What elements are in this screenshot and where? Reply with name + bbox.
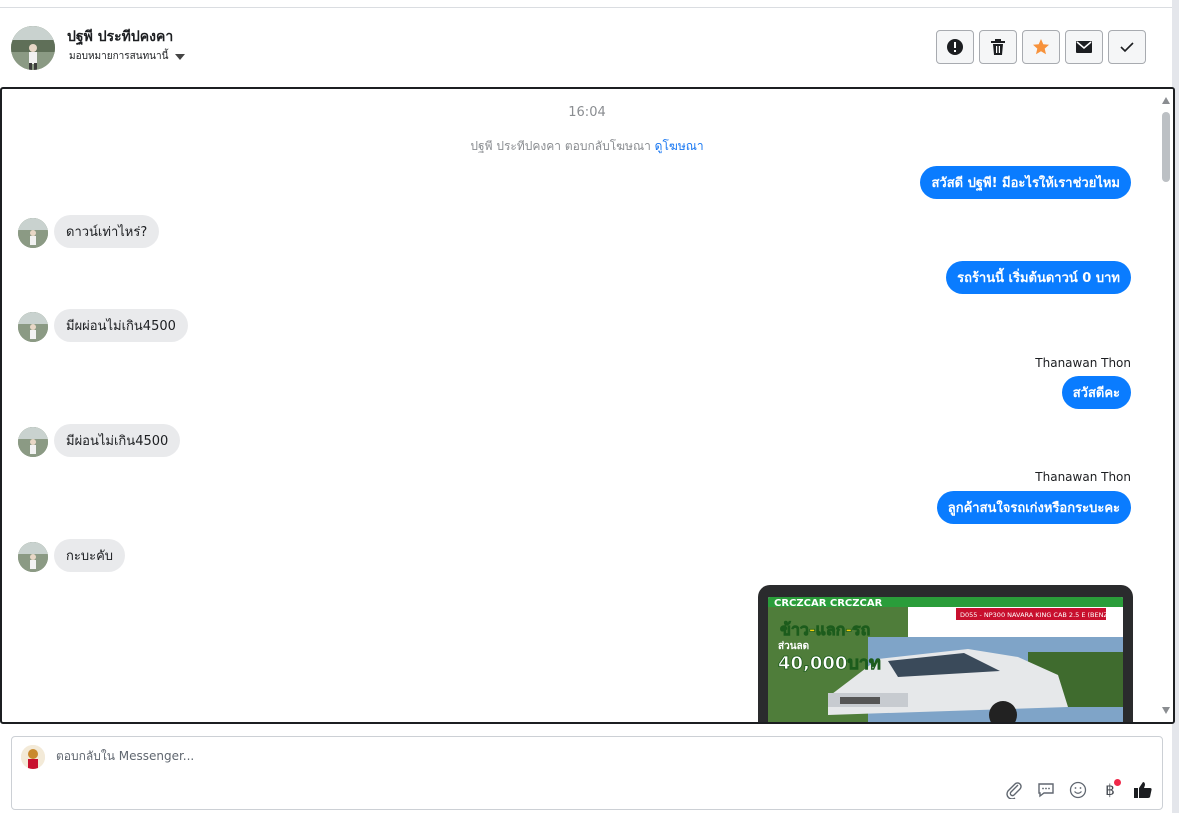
- incoming-message[interactable]: มีผ่อนไม่เกิน4500: [54, 424, 181, 457]
- ad-promo-amount: 40,000บาท: [778, 653, 881, 674]
- avatar-photo-icon: [11, 26, 55, 70]
- caret-down-icon: [175, 53, 186, 60]
- star-icon: [1033, 39, 1049, 55]
- envelope-icon: [1076, 41, 1092, 53]
- trash-icon: [991, 39, 1005, 55]
- page-avatar: [21, 745, 45, 769]
- avatar-photo-icon: [18, 218, 48, 248]
- view-ad-link[interactable]: ดูโฆษณา: [655, 139, 704, 153]
- sender-name: Thanawan Thon: [1035, 356, 1131, 370]
- outgoing-message[interactable]: ลูกค้าสนใจรถเก่งหรือกระบะคะ: [936, 491, 1131, 524]
- incoming-message[interactable]: กะบะคับ: [54, 539, 126, 572]
- ad-reply-text: ปฐพี ประทีปคงคา ตอบกลับโฆษณา: [470, 139, 651, 153]
- checkmark-icon: [1120, 42, 1134, 53]
- assign-label: มอบหมายการสนทนานี้: [69, 51, 169, 62]
- mark-unread-button[interactable]: [1065, 30, 1103, 64]
- ad-reply-note: ปฐพี ประทีปคงคา ตอบกลับโฆษณา ดูโฆษณา: [2, 137, 1172, 156]
- message-composer: ฿: [11, 736, 1163, 810]
- messenger-conversation-page: ปฐพี ประทีปคงคา มอบหมายการสนทนานี้ 16:04…: [0, 0, 1179, 813]
- contact-avatar-small: [18, 427, 48, 457]
- exclamation-circle-icon: [947, 39, 963, 55]
- incoming-message[interactable]: มีผผ่อนไม่เกิน4500: [54, 309, 188, 342]
- ad-promo-discount-label: ส่วนลด: [778, 640, 809, 652]
- thumbs-up-icon: [1134, 782, 1152, 798]
- message-timestamp: 16:04: [568, 105, 606, 120]
- like-button[interactable]: [1132, 779, 1154, 801]
- avatar-photo-icon: [18, 542, 48, 572]
- paperclip-icon: [1006, 782, 1022, 799]
- incoming-message[interactable]: ดาวน์เท่าไหร่?: [54, 215, 160, 248]
- sender-name: Thanawan Thon: [1035, 470, 1131, 484]
- contact-avatar-small: [18, 312, 48, 342]
- report-spam-button[interactable]: [936, 30, 974, 64]
- ad-promo-headline: ข้าว-แลก-รถ: [780, 620, 870, 639]
- scroll-up-arrow-icon[interactable]: [1162, 97, 1170, 104]
- smiley-icon: [1069, 781, 1087, 799]
- outgoing-message[interactable]: สวัสดี ปฐพี! มีอะไรให้เราช่วยไหม: [920, 166, 1131, 199]
- header-actions: [936, 30, 1146, 64]
- outgoing-message[interactable]: รถร้านนี้ เริ่มต้นดาวน์ 0 บาท: [946, 261, 1131, 294]
- avatar-photo-icon: [18, 312, 48, 342]
- scroll-down-arrow-icon[interactable]: [1162, 707, 1170, 714]
- delete-button[interactable]: [979, 30, 1017, 64]
- message-thread[interactable]: 16:04 ปฐพี ประทีปคงคา ตอบกลับโฆษณา ดูโฆษ…: [0, 87, 1175, 724]
- contact-name[interactable]: ปฐพี ประทีปคงคา: [67, 26, 173, 48]
- conversation-header: ปฐพี ประทีปคงคา มอบหมายการสนทนานี้: [0, 8, 1172, 88]
- assign-conversation-dropdown[interactable]: มอบหมายการสนทนานี้: [69, 49, 186, 64]
- ad-model-text: D055 - NP300 NAVARA KING CAB 2.5 E (BENZ…: [960, 611, 1123, 619]
- saved-replies-button[interactable]: [1035, 779, 1057, 801]
- car-ad-image: CRCZCAR CRCZCAR D055 - NP300 NAVARA KING…: [768, 597, 1123, 722]
- outgoing-message[interactable]: สวัสดีคะ: [1061, 376, 1131, 409]
- emoji-button[interactable]: [1067, 779, 1089, 801]
- notification-dot: [1114, 779, 1121, 786]
- image-attachment[interactable]: CRCZCAR CRCZCAR D055 - NP300 NAVARA KING…: [758, 585, 1133, 722]
- scrollbar[interactable]: [1159, 89, 1173, 722]
- payment-button[interactable]: ฿: [1099, 779, 1121, 801]
- avatar-photo-icon: [18, 427, 48, 457]
- contact-avatar-small: [18, 542, 48, 572]
- avatar-photo-icon: [21, 745, 45, 769]
- car-ad-graphic: CRCZCAR CRCZCAR D055 - NP300 NAVARA KING…: [768, 597, 1123, 722]
- mark-done-button[interactable]: [1108, 30, 1146, 64]
- chat-bubble-icon: [1038, 783, 1054, 798]
- contact-avatar-small: [18, 218, 48, 248]
- star-button[interactable]: [1022, 30, 1060, 64]
- attach-file-button[interactable]: [1003, 779, 1025, 801]
- reply-input[interactable]: [56, 749, 956, 763]
- contact-avatar[interactable]: [11, 26, 55, 70]
